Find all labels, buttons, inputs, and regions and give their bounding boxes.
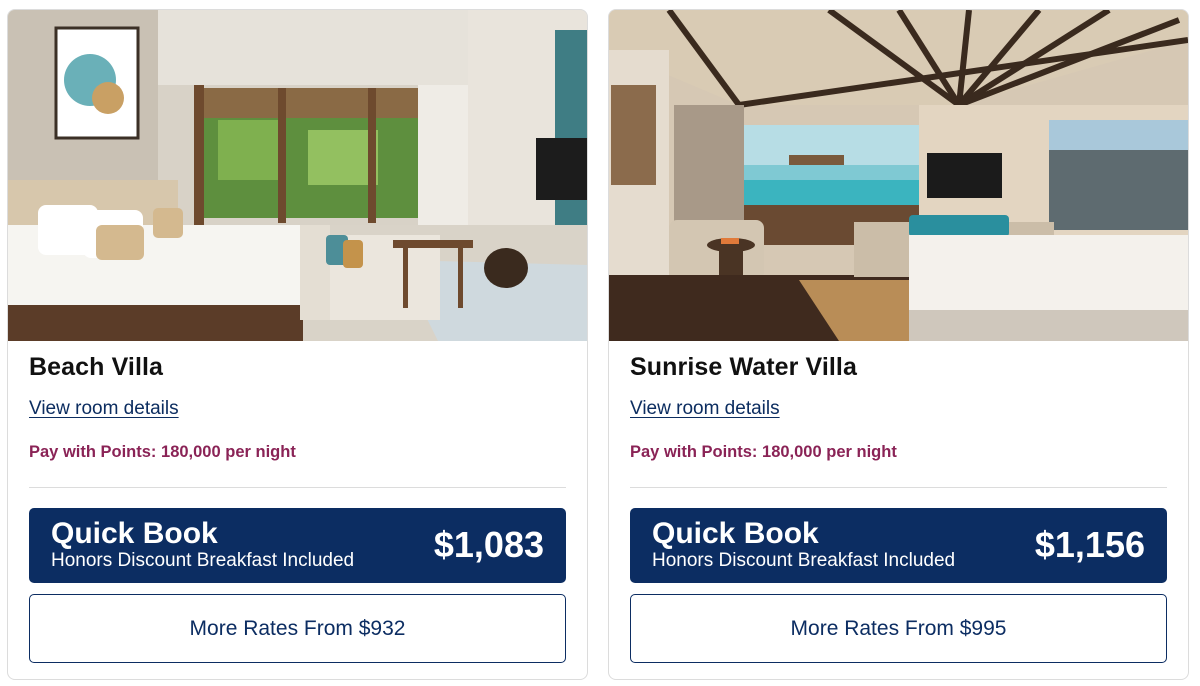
view-room-details-link[interactable]: View room details [29,398,179,420]
view-room-details-link[interactable]: View room details [630,398,780,420]
points-price: Pay with Points: 180,000 per night [29,443,296,461]
quick-book-title: Quick Book [652,517,819,550]
quick-book-button[interactable]: Quick Book Honors Discount Breakfast Inc… [29,508,566,583]
points-price: Pay with Points: 180,000 per night [630,443,897,461]
divider [29,487,566,488]
more-rates-button[interactable]: More Rates From $995 [630,594,1167,663]
room-card-sunrise-water-villa: Sunrise Water Villa View room details Pa… [608,9,1189,680]
quick-book-price: $1,083 [433,524,544,565]
quick-book-rate-name: Honors Discount Breakfast Included [652,550,956,571]
quick-book-rate-name: Honors Discount Breakfast Included [51,550,355,571]
room-name: Beach Villa [29,353,164,381]
more-rates-button[interactable]: More Rates From $932 [29,594,566,663]
room-photo[interactable] [8,10,587,341]
divider [630,487,1167,488]
room-name: Sunrise Water Villa [630,353,857,381]
quick-book-title: Quick Book [51,517,218,550]
room-card-beach-villa: Beach Villa View room details Pay with P… [7,9,588,680]
quick-book-button[interactable]: Quick Book Honors Discount Breakfast Inc… [630,508,1167,583]
quick-book-price: $1,156 [1034,524,1145,565]
room-photo[interactable] [609,10,1188,341]
